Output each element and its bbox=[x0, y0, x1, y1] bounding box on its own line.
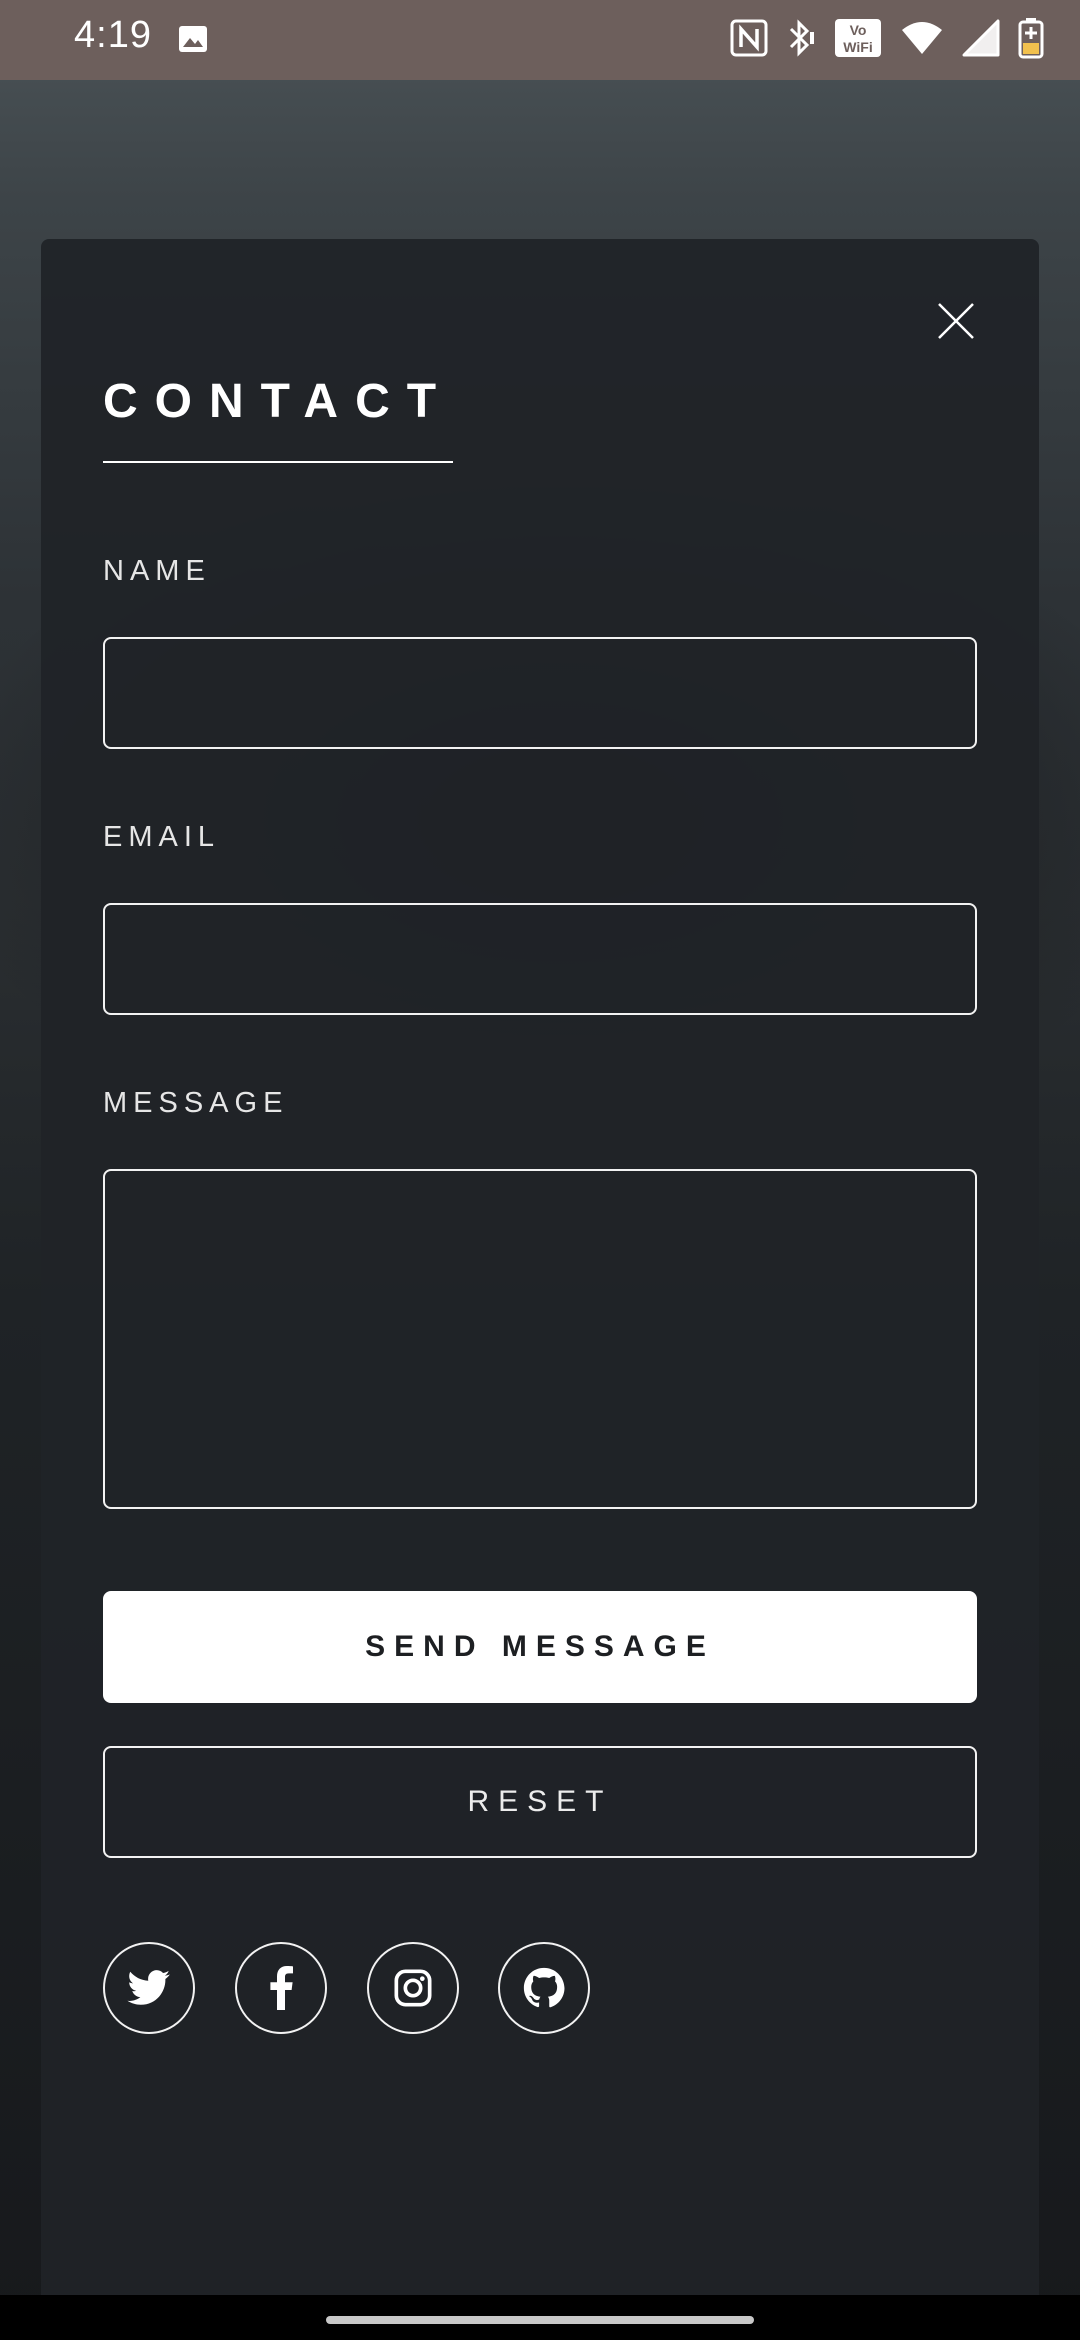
github-icon bbox=[523, 1967, 565, 2008]
send-message-button[interactable]: SEND MESSAGE bbox=[103, 1591, 977, 1703]
title-underline bbox=[103, 461, 453, 463]
reset-button[interactable]: RESET bbox=[103, 1746, 977, 1858]
email-field[interactable] bbox=[103, 903, 977, 1015]
wifi-icon bbox=[900, 20, 944, 61]
instagram-button[interactable] bbox=[367, 1942, 459, 2034]
name-field[interactable] bbox=[103, 637, 977, 749]
instagram-icon bbox=[394, 1969, 432, 2007]
bluetooth-icon bbox=[786, 18, 816, 63]
facebook-button[interactable] bbox=[235, 1942, 327, 2034]
status-bar: 4:19 Vo WiFi bbox=[0, 0, 1080, 80]
signal-icon bbox=[962, 19, 1000, 62]
home-indicator[interactable] bbox=[326, 2316, 754, 2324]
github-button[interactable] bbox=[498, 1942, 590, 2034]
close-icon[interactable] bbox=[935, 300, 977, 342]
page-title: CONTACT bbox=[103, 375, 454, 428]
vowifi-icon: Vo WiFi bbox=[834, 18, 882, 63]
status-icons: Vo WiFi bbox=[730, 17, 1044, 64]
facebook-icon bbox=[270, 1966, 293, 2010]
message-label: MESSAGE bbox=[103, 1087, 289, 1119]
email-label: EMAIL bbox=[103, 821, 221, 853]
twitter-icon bbox=[127, 1970, 170, 2005]
name-label: NAME bbox=[103, 555, 211, 587]
gallery-icon bbox=[179, 26, 207, 52]
vowifi-text-bottom: WiFi bbox=[843, 39, 872, 55]
battery-icon bbox=[1018, 17, 1044, 64]
message-field[interactable] bbox=[103, 1169, 977, 1509]
vowifi-text-top: Vo bbox=[850, 22, 867, 38]
screen: 4:19 Vo WiFi CONTACT NAME EMAIL MESSAGE … bbox=[0, 0, 1080, 2340]
twitter-button[interactable] bbox=[103, 1942, 195, 2034]
nfc-icon bbox=[730, 19, 768, 62]
status-time: 4:19 bbox=[74, 14, 152, 56]
